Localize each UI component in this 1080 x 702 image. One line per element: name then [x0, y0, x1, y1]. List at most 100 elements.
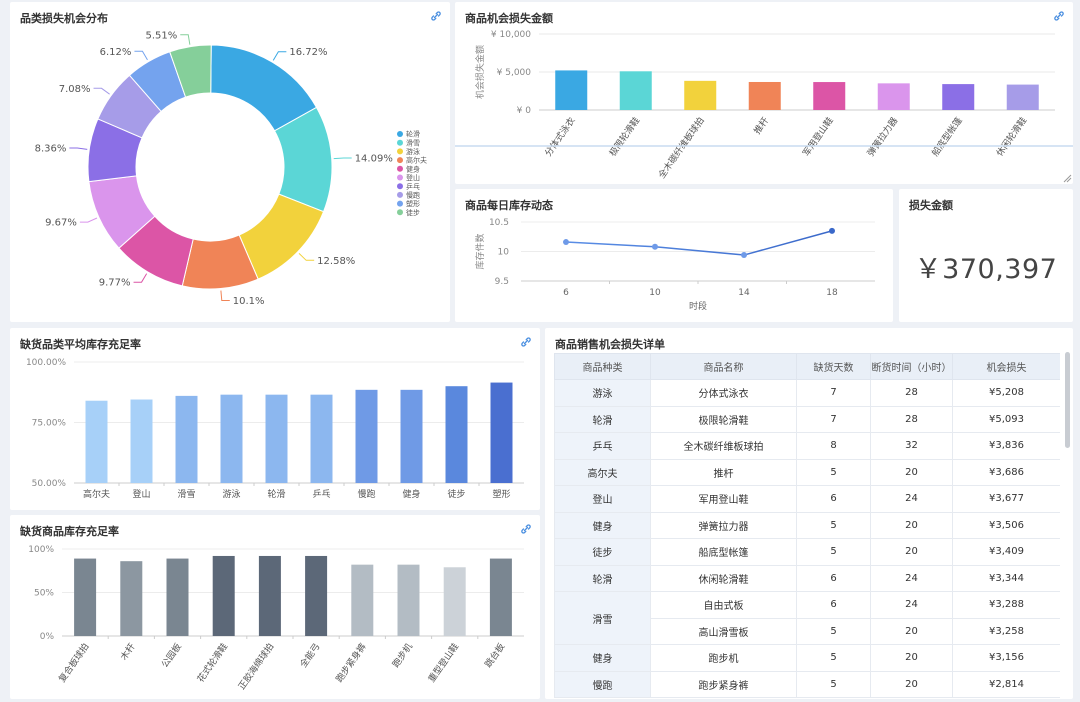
donut-leader-line: [133, 273, 148, 283]
bar: [490, 382, 513, 483]
cell-loss: ¥2,814: [952, 670, 1060, 698]
bar: [684, 80, 717, 110]
x-tick-label: 全木碳纤维板球拍: [656, 115, 707, 181]
bar: [748, 81, 781, 110]
y-tick-label: ¥ 5,000: [497, 68, 532, 78]
cell-hours: 28: [870, 379, 953, 407]
donut-data-label: 16.72%: [289, 47, 327, 58]
y-axis-label: 库存件数: [474, 233, 486, 269]
x-tick-label: 休闲轮滑鞋: [994, 115, 1030, 159]
cell-hours: 24: [870, 564, 953, 592]
table-row[interactable]: 高尔夫 推杆 5 20 ¥3,686: [554, 458, 1060, 486]
table-row[interactable]: 健身 跑步机 5 20 ¥3,156: [554, 644, 1060, 672]
cell-cat: 徒步: [554, 538, 651, 566]
detail-header-row: 商品种类 商品名称 缺货天数 断货时间（小时） 机会损失: [554, 353, 1060, 380]
detail-title: 商品销售机会损失详单: [555, 338, 665, 351]
table-row[interactable]: 轮滑 极限轮滑鞋 7 28 ¥5,093: [554, 405, 1060, 433]
donut-data-label: 9.77%: [99, 278, 131, 289]
cell-loss: ¥3,288: [952, 591, 1060, 619]
column-header[interactable]: 商品名称: [650, 353, 797, 380]
bar: [120, 561, 143, 636]
cell-name: 自由式板: [650, 591, 797, 619]
bar: [166, 558, 189, 636]
loss-bar-panel: 商品机会损失金额 ¥ 10,000 ¥ 5,000 ¥ 0 机会损失金额 分体式泳衣 极限…: [455, 2, 1073, 184]
legend-marker: [397, 191, 403, 198]
table-row[interactable]: 滑雪 自由式板 6 24 ¥3,288: [554, 591, 1060, 645]
donut-leader-line: [180, 34, 191, 45]
bar: [355, 389, 378, 483]
y-tick-label: 10.5: [489, 218, 509, 228]
cell-cat: 游泳: [554, 379, 651, 407]
legend-label: 塑形: [406, 199, 420, 208]
table-row[interactable]: 慢跑 跑步紧身裤 5 20 ¥2,814: [554, 670, 1060, 698]
x-tick-label: 塑形: [492, 488, 510, 500]
cell-cat: 轮滑: [554, 564, 651, 592]
x-tick-label: 10: [649, 288, 661, 298]
cell-loss: ¥3,677: [952, 485, 1060, 513]
bar: [445, 386, 468, 483]
data-point: [741, 252, 747, 259]
bar: [619, 71, 652, 110]
donut-panel: 品类损失机会分布 16.72% 14.09% 12.58% 10.1% 9.77% 9.6…: [10, 2, 450, 322]
kpi-panel: 损失金额 ￥370,397: [899, 189, 1073, 322]
column-header[interactable]: 断货时间（小时）: [870, 353, 953, 380]
legend-marker: [397, 139, 403, 146]
bar: [555, 70, 588, 110]
table-row[interactable]: 轮滑 休闲轮滑鞋 6 24 ¥3,344: [554, 564, 1060, 592]
table-row[interactable]: 徒步 船底型帐篷 5 20 ¥3,409: [554, 538, 1060, 566]
table-row[interactable]: 游泳 分体式泳衣 7 28 ¥5,208: [554, 379, 1060, 407]
y-tick-label: 75.00%: [32, 419, 67, 429]
x-tick-label: 轮滑: [267, 488, 285, 500]
donut-data-label: 8.36%: [35, 143, 67, 154]
donut-leader-line: [333, 157, 352, 160]
kpi-title: 损失金额: [909, 199, 953, 212]
x-tick-label: 重型登山鞋: [426, 641, 462, 685]
table-row[interactable]: 健身 弹簧拉力器 5 20 ¥3,506: [554, 511, 1060, 539]
legend-marker: [397, 131, 403, 137]
table-row[interactable]: 乒乓 全木碳纤维板球拍 8 32 ¥3,836: [554, 432, 1060, 460]
column-header[interactable]: 机会损失: [952, 353, 1060, 380]
cell-days: 5: [796, 644, 871, 672]
donut-chart: 16.72% 14.09% 12.58% 10.1% 9.77% 9.67% 8.36% 7.…: [35, 30, 427, 307]
x-tick-label: 复合板球拍: [56, 641, 92, 685]
cell-days: 6: [796, 564, 871, 592]
bar: [443, 567, 466, 636]
inventory-line-chart: 10.5 10 9.5 6 10 14 18 时段 库存件数: [474, 218, 875, 312]
stock-rate-chart: 100% 50% 0%复合板球拍 木杆 公园板 花式轮滑鞋 正胶海绵球拍 全能弓 跑步紧身裤 跑步…: [28, 545, 524, 692]
bar: [74, 558, 97, 636]
detail-table: 商品种类 商品名称 缺货天数 断货时间（小时） 机会损失 游泳 分体式泳衣 7 28 ¥5,20…: [554, 353, 1060, 698]
bar: [351, 564, 374, 636]
cell-name: 跑步机: [650, 644, 797, 672]
legend-label: 健身: [406, 164, 420, 173]
cell-hours: 20: [870, 670, 953, 698]
cell-loss: ¥3,344: [952, 564, 1060, 592]
x-tick-label: 正胶海绵球拍: [236, 641, 277, 692]
column-header[interactable]: 缺货天数: [796, 353, 871, 380]
bar: [942, 84, 975, 110]
vertical-scrollbar[interactable]: [1065, 352, 1070, 448]
cell-cat: 慢跑: [554, 670, 651, 698]
cell-loss: ¥3,686: [952, 458, 1060, 486]
bar: [305, 555, 328, 636]
x-tick-label: 游泳: [222, 488, 240, 500]
data-point: [829, 227, 835, 234]
x-tick-label: 14: [738, 288, 750, 298]
detail-table-wrap[interactable]: 商品种类 商品名称 缺货天数 断货时间（小时） 机会损失 游泳 分体式泳衣 7 28 ¥5,20…: [554, 353, 1060, 699]
table-row[interactable]: 登山 军用登山鞋 6 24 ¥3,677: [554, 485, 1060, 513]
x-tick-label: 花式轮滑鞋: [195, 641, 231, 685]
x-tick-label: 乒乓: [312, 488, 330, 500]
cell-loss: ¥5,093: [952, 405, 1060, 433]
cell-name: 分体式泳衣: [650, 379, 797, 407]
cell-days: 7: [796, 405, 871, 433]
cell-days: 8: [796, 432, 871, 460]
donut-data-label: 6.12%: [100, 47, 132, 58]
cell-name: 推杆: [650, 458, 797, 486]
x-tick-label: 18: [826, 288, 838, 298]
avg-rate-panel: 缺货品类平均库存充足率 100.00% 75.00% 50.00% 高尔夫 登山 滑雪 游泳…: [10, 328, 540, 510]
donut-data-label: 12.58%: [317, 256, 355, 267]
bar: [400, 389, 423, 483]
column-header[interactable]: 商品种类: [554, 353, 651, 380]
cell-days: 5: [796, 538, 871, 566]
x-tick-label: 徒步: [447, 488, 465, 500]
legend-label: 高尔夫: [406, 156, 427, 165]
